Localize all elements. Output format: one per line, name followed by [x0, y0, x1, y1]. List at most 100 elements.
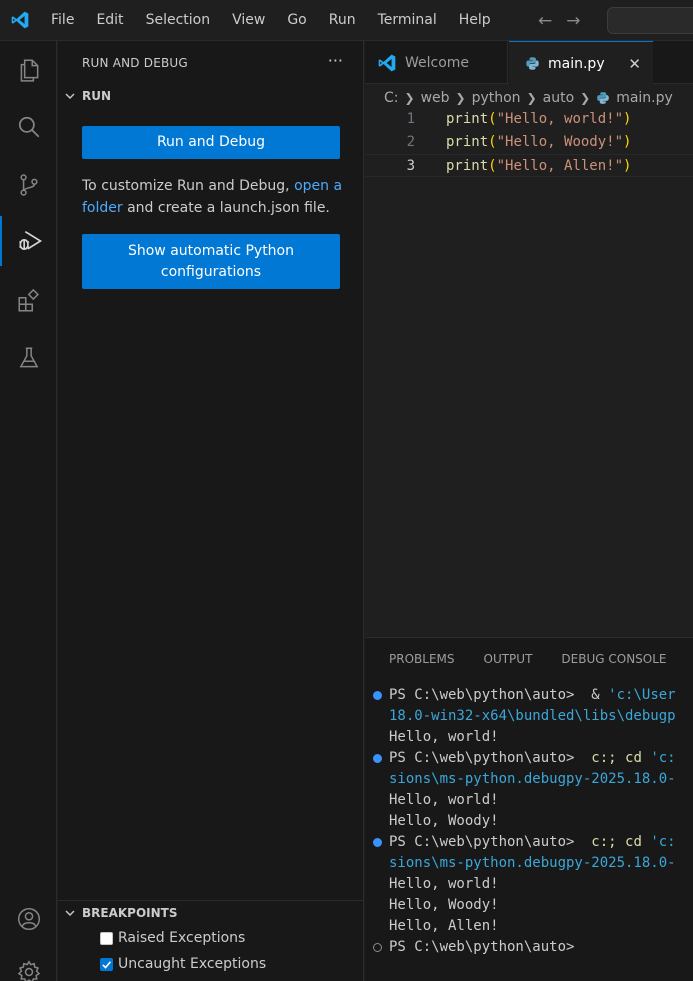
account-icon[interactable] — [0, 894, 57, 944]
menu-edit[interactable]: Edit — [85, 0, 134, 41]
python-file-icon — [597, 92, 610, 104]
tab-main-py[interactable]: main.py ✕ — [509, 41, 653, 85]
run-debug-sidebar: RUN AND DEBUG ··· RUN Run and Debug To c… — [58, 41, 364, 981]
terminal-text: Hello, Woody! — [389, 897, 499, 913]
menu-go[interactable]: Go — [276, 0, 317, 41]
command-status-dot-icon[interactable] — [373, 838, 382, 847]
terminal-argument: sions\ms-python.debugpy-2025.18.0- — [389, 771, 676, 787]
code-editor[interactable]: 1 print("Hello, world!") 2 print("Hello,… — [365, 108, 693, 177]
activity-bar — [0, 41, 57, 981]
back-arrow-icon[interactable]: ← — [538, 11, 552, 31]
terminal-line: sions\ms-python.debugpy-2025.18.0- — [365, 853, 693, 874]
chevron-right-icon: ❯ — [404, 91, 415, 105]
terminal-text: Hello, Allen! — [389, 918, 499, 934]
tab-label: Welcome — [405, 54, 470, 71]
forward-arrow-icon[interactable]: → — [566, 11, 580, 31]
vscode-logo-icon — [378, 54, 396, 71]
breakpoints-divider — [58, 900, 363, 901]
menu-file[interactable]: File — [40, 0, 85, 41]
breadcrumb: C: ❯ web ❯ python ❯ auto ❯ main.py — [384, 88, 673, 108]
chevron-down-icon — [65, 93, 75, 99]
tab-output[interactable]: OUTPUT — [484, 652, 533, 666]
tab-welcome[interactable]: Welcome — [365, 41, 508, 84]
breadcrumb-item[interactable]: auto — [543, 90, 575, 106]
raised-exceptions-checkbox[interactable] — [100, 931, 113, 945]
chevron-right-icon: ❯ — [455, 91, 466, 105]
run-debug-icon[interactable] — [0, 216, 57, 266]
hint-prefix: To customize Run and Debug, — [82, 178, 295, 194]
show-python-configurations-button[interactable]: Show automatic Python configurations — [82, 234, 340, 289]
close-icon[interactable]: ✕ — [628, 55, 641, 73]
terminal-prompt: PS C:\web\python\auto> — [389, 687, 583, 703]
breakpoints-section-header[interactable]: BREAKPOINTS — [64, 906, 178, 920]
terminal-line: sions\ms-python.debugpy-2025.18.0- — [365, 769, 693, 790]
breakpoint-raised-exceptions[interactable]: Raised Exceptions — [100, 930, 245, 946]
sidebar-title: RUN AND DEBUG — [82, 56, 188, 70]
panel-tabs: PROBLEMS OUTPUT DEBUG CONSOLE T — [389, 652, 693, 666]
line-number: 2 — [406, 134, 415, 150]
tab-debug-console[interactable]: DEBUG CONSOLE — [561, 652, 666, 666]
terminal-prompt: PS C:\web\python\auto> — [389, 939, 575, 955]
terminal-text: Hello, world! — [389, 792, 499, 808]
uncaught-exceptions-checkbox[interactable] — [100, 957, 113, 971]
command-status-dot-icon[interactable] — [373, 943, 382, 952]
code-function: print — [446, 111, 489, 127]
testing-icon[interactable] — [0, 333, 57, 383]
extensions-icon[interactable] — [0, 276, 57, 326]
terminal-line: Hello, Woody! — [365, 811, 693, 832]
code-string: "Hello, Woody!" — [496, 134, 624, 150]
terminal-text: Hello, Woody! — [389, 813, 499, 829]
code-paren: ) — [623, 158, 632, 174]
menu-terminal[interactable]: Terminal — [367, 0, 448, 41]
run-section-header[interactable]: RUN — [64, 89, 111, 103]
terminal-line: PS C:\web\python\auto> c:; cd 'c: — [365, 832, 693, 853]
breadcrumb-item[interactable]: main.py — [616, 90, 673, 106]
breakpoint-uncaught-exceptions[interactable]: Uncaught Exceptions — [100, 956, 266, 972]
terminal-text: Hello, world! — [389, 729, 499, 745]
terminal-prompt: PS C:\web\python\auto> — [389, 750, 583, 766]
vscode-logo-icon — [0, 0, 40, 41]
terminal-output[interactable]: PS C:\web\python\auto> & 'c:\User 18.0-wi… — [365, 685, 693, 958]
breadcrumb-item[interactable]: python — [472, 90, 521, 106]
code-line-current[interactable]: 3 print("Hello, Allen!") — [365, 154, 693, 177]
menu-bar: File Edit Selection View Go Run Terminal… — [40, 0, 502, 40]
editor-tabs: Welcome main.py ✕ — [365, 41, 693, 85]
customize-hint: To customize Run and Debug, open a folde… — [82, 175, 352, 219]
explorer-icon[interactable] — [0, 45, 57, 95]
command-center-search[interactable] — [607, 7, 693, 34]
terminal-command: c:; cd — [582, 750, 651, 766]
settings-icon[interactable] — [0, 951, 57, 981]
code-line[interactable]: 2 print("Hello, Woody!") — [365, 131, 693, 154]
terminal-text: Hello, world! — [389, 876, 499, 892]
terminal-line: Hello, world! — [365, 790, 693, 811]
line-number: 3 — [406, 158, 415, 174]
breadcrumb-item[interactable]: C: — [384, 90, 399, 106]
terminal-prompt: PS C:\web\python\auto> — [389, 834, 583, 850]
check-icon — [102, 960, 112, 969]
menu-help[interactable]: Help — [448, 0, 502, 41]
search-icon[interactable] — [0, 102, 57, 152]
terminal-line: 18.0-win32-x64\bundled\libs\debugp — [365, 706, 693, 727]
source-control-icon[interactable] — [0, 160, 57, 210]
terminal-line: Hello, Woody! — [365, 895, 693, 916]
tab-problems[interactable]: PROBLEMS — [389, 652, 455, 666]
title-bar: File Edit Selection View Go Run Terminal… — [0, 0, 693, 41]
run-and-debug-button[interactable]: Run and Debug — [82, 126, 340, 159]
terminal-argument: 'c: — [650, 834, 676, 850]
command-status-dot-icon[interactable] — [373, 754, 382, 763]
command-status-dot-icon[interactable] — [373, 691, 382, 700]
terminal-line: PS C:\web\python\auto> & 'c:\User — [365, 685, 693, 706]
breadcrumb-item[interactable]: web — [421, 90, 450, 106]
more-actions-icon[interactable]: ··· — [328, 51, 343, 70]
terminal-line: PS C:\web\python\auto> c:; cd 'c: — [365, 748, 693, 769]
code-line[interactable]: 1 print("Hello, world!") — [365, 108, 693, 131]
hint-suffix: and create a launch.json file. — [122, 200, 330, 216]
code-string: "Hello, Allen!" — [496, 158, 624, 174]
terminal-command: c:; cd — [582, 834, 651, 850]
run-section-label: RUN — [82, 89, 112, 103]
tab-label: main.py — [548, 55, 605, 72]
menu-view[interactable]: View — [221, 0, 276, 41]
menu-run[interactable]: Run — [318, 0, 367, 41]
menu-selection[interactable]: Selection — [135, 0, 222, 41]
bottom-panel: PROBLEMS OUTPUT DEBUG CONSOLE T PS C:\we… — [365, 637, 693, 981]
